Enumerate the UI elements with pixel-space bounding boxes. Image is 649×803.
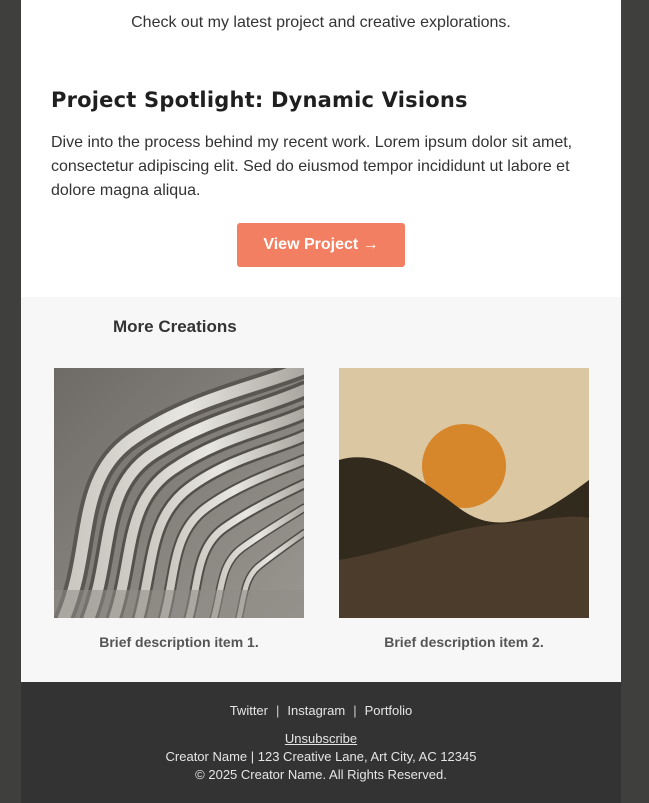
social-links: Twitter | Instagram | Portfolio (21, 703, 621, 718)
creation-caption-1: Brief description item 1. (99, 634, 259, 650)
footer-copyright: © 2025 Creator Name. All Rights Reserved… (195, 767, 447, 782)
spotlight-description: Dive into the process behind my recent w… (51, 134, 573, 199)
portfolio-link[interactable]: Portfolio (365, 703, 413, 718)
footer: Twitter | Instagram | Portfolio Unsubscribe … (21, 682, 621, 803)
unsubscribe-link[interactable]: Unsubscribe (285, 731, 357, 746)
link-separator: | (353, 703, 357, 718)
abstract-wave-architecture-image[interactable] (54, 368, 304, 618)
more-creations-title: More Creations (113, 317, 237, 336)
creation-card-2[interactable]: Brief description item 2. (339, 368, 589, 650)
unsubscribe-row: Unsubscribe (21, 731, 621, 746)
twitter-link[interactable]: Twitter (230, 703, 268, 718)
creation-caption-2: Brief description item 2. (384, 634, 544, 650)
more-creations-section: More Creations Brief description item 1.… (21, 297, 621, 682)
intro-text: Check out my latest project and creative… (131, 14, 511, 31)
view-project-button[interactable]: View Project → (237, 223, 405, 267)
footer-address: Creator Name | 123 Creative Lane, Art Ci… (165, 749, 477, 764)
instagram-link[interactable]: Instagram (287, 703, 345, 718)
spotlight-title: Project Spotlight: Dynamic Visions (51, 88, 468, 112)
link-separator: | (276, 703, 280, 718)
desert-sun-landscape-image[interactable] (339, 368, 589, 618)
email-container: Check out my latest project and creative… (21, 0, 621, 803)
creation-card-1[interactable]: Brief description item 1. (54, 368, 304, 650)
